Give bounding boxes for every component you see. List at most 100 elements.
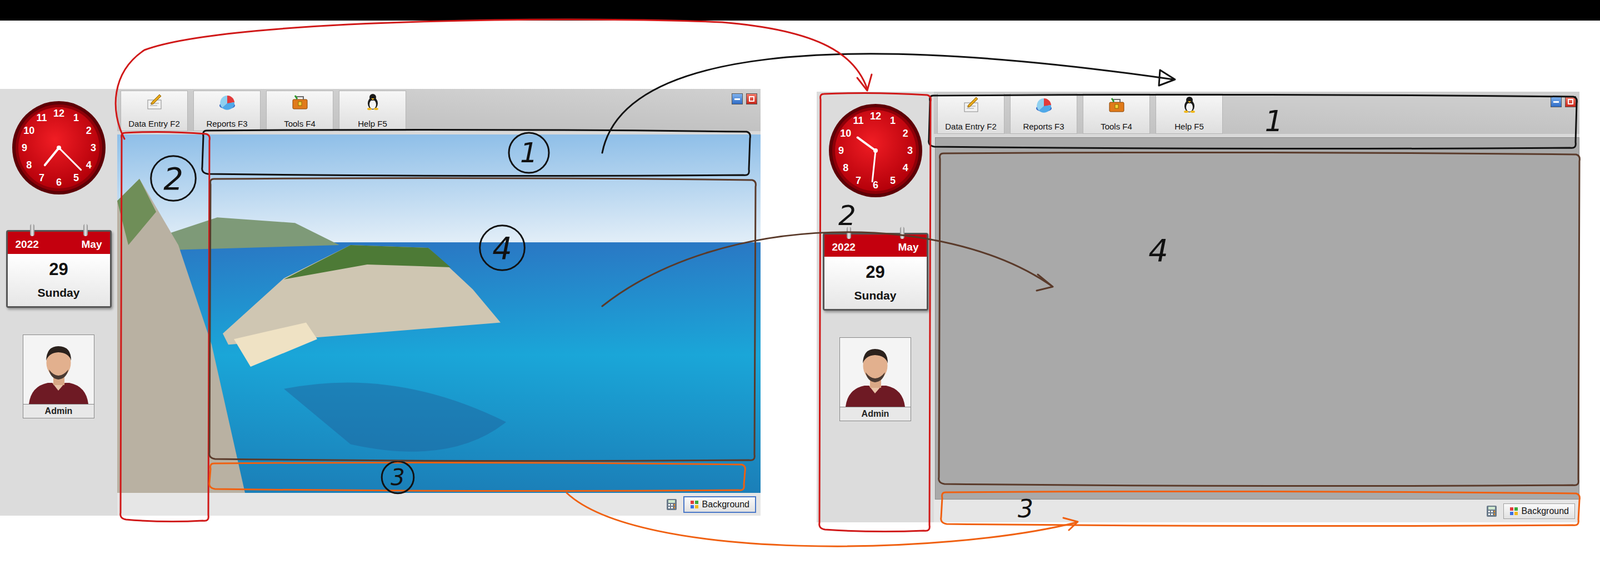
background-button-label: Background (1521, 506, 1569, 517)
app-window: 1212345678910112022May29SundayAdminData … (816, 91, 1580, 523)
annotation-circle (480, 225, 525, 271)
toolbar: Data Entry F2 Reports F3 Tools F4 Help F5 (933, 91, 1580, 134)
annotation-arrow (115, 19, 868, 139)
calendar-body: 29 Sunday (7, 253, 110, 307)
calendar-year: 2022 (15, 238, 39, 251)
annotation-circle (508, 132, 549, 173)
data-entry-icon (961, 96, 981, 113)
close-icon[interactable] (746, 93, 758, 105)
calendar-body: 29 Sunday (824, 256, 927, 309)
clock-number: 4 (85, 159, 92, 171)
close-icon[interactable] (1565, 96, 1577, 108)
annotation: 44 (209, 152, 1580, 486)
toolbar-button[interactable]: Data Entry F2 (120, 90, 188, 132)
clock-number: 6 (872, 179, 878, 191)
calendar-header: 2022May (7, 231, 110, 254)
toolbar-button[interactable]: Tools F4 (266, 90, 334, 132)
penguin-icon (1180, 96, 1199, 113)
user-card[interactable]: Admin (839, 337, 912, 422)
calendar: 2022May 29 Sunday (6, 230, 112, 308)
toolbar-button[interactable]: Reports F3 (193, 90, 261, 132)
annotation-box (209, 462, 746, 491)
user-card[interactable]: Admin (22, 334, 95, 419)
toolbar-button[interactable]: Reports F3 (1010, 93, 1078, 134)
main-area: Data Entry F2 Reports F3 Tools F4 Help F5 Ba… (117, 88, 761, 516)
annotation-circle (381, 461, 414, 494)
background-button[interactable]: Background (1503, 503, 1575, 519)
clock-icon: 121234567891011 (11, 100, 107, 196)
calendar-weekday: Sunday (854, 288, 897, 303)
user-photo-icon (840, 337, 911, 407)
calendar-day: 29 (48, 259, 68, 280)
calculator-icon[interactable] (1485, 505, 1498, 518)
minute-hand (58, 147, 82, 170)
window-controls (731, 90, 758, 132)
ring-icon (900, 226, 905, 239)
toolbar-label: Data Entry F2 (128, 118, 180, 129)
annotation-label: 3 (390, 464, 405, 490)
background-button[interactable]: Background (683, 496, 757, 513)
minute-hand (872, 150, 876, 182)
toolbar-button[interactable]: Data Entry F2 (937, 93, 1005, 134)
annotation-box (209, 177, 757, 461)
arrow-head-icon (1063, 517, 1078, 530)
annotation-label: 2 (163, 160, 184, 197)
annotation-label: 4 (492, 230, 513, 267)
clock-number: 3 (90, 142, 96, 154)
clock-number: 11 (36, 112, 47, 124)
toolbar-label: Reports F3 (1022, 121, 1064, 132)
clock-number: 10 (840, 127, 852, 139)
annotation: 22 (115, 19, 931, 532)
calendar-day: 29 (865, 262, 885, 283)
page: 1212345678910112022May29SundayAdminData … (0, 0, 1600, 564)
calendar-weekday: Sunday (37, 286, 80, 300)
clock-number: 12 (52, 107, 64, 119)
clock-number: 2 (85, 125, 92, 137)
user-name: Admin (840, 406, 911, 421)
sidebar: 1212345678910112022May29SundayAdmin (816, 91, 934, 523)
clock-number: 2 (902, 127, 908, 139)
user-name: Admin (23, 403, 94, 418)
clock-number: 9 (837, 145, 844, 157)
toolbar-label: Reports F3 (206, 118, 248, 129)
toolbar-button[interactable]: Tools F4 (1082, 93, 1150, 134)
calendar-year: 2022 (832, 241, 856, 254)
calculator-icon[interactable] (665, 498, 678, 511)
annotation-arrow (566, 492, 1077, 547)
annotation: 33 (209, 461, 1580, 547)
minimize-icon[interactable] (731, 93, 743, 105)
clock-number: 8 (842, 162, 849, 174)
annotation-label: 1 (1264, 104, 1283, 138)
clock-number: 1 (72, 112, 79, 124)
clock-number: 9 (21, 142, 27, 154)
annotation-circle (151, 156, 197, 202)
color-grid-icon (690, 500, 699, 509)
top-bar (0, 0, 1600, 21)
minimize-icon[interactable] (1550, 96, 1562, 108)
mockup-row: 1212345678910112022May29SundayAdminData … (0, 20, 1600, 523)
main-area: Data Entry F2 Reports F3 Tools F4 Help F5 Ba… (933, 91, 1580, 523)
penguin-icon (363, 93, 383, 110)
color-grid-icon (1509, 506, 1519, 516)
hour-hand (44, 147, 59, 165)
clock-number: 11 (852, 115, 864, 127)
annotation-layer: 11223344 (0, 0, 1600, 564)
annotation-arrow (602, 232, 1052, 307)
clock-number: 4 (902, 162, 908, 174)
toolbar-label: Tools F4 (283, 118, 316, 129)
clock-number: 3 (906, 145, 913, 157)
clock-number: 7 (855, 175, 861, 187)
status-bar: Background (933, 499, 1580, 523)
background-photo (117, 134, 761, 493)
toolbar-label: Tools F4 (1100, 121, 1133, 132)
toolbar-button[interactable]: Help F5 (338, 90, 407, 132)
annotation-box (928, 94, 1578, 149)
toolbar-button[interactable]: Help F5 (1155, 93, 1223, 134)
toolbar-label: Help F5 (357, 118, 388, 129)
annotation-box (941, 491, 1580, 526)
clock-number: 10 (23, 125, 35, 137)
background-button-label: Background (702, 499, 750, 510)
annotation-label: 1 (520, 136, 538, 169)
annotation-box (120, 131, 210, 522)
toolbox-icon (290, 93, 310, 110)
